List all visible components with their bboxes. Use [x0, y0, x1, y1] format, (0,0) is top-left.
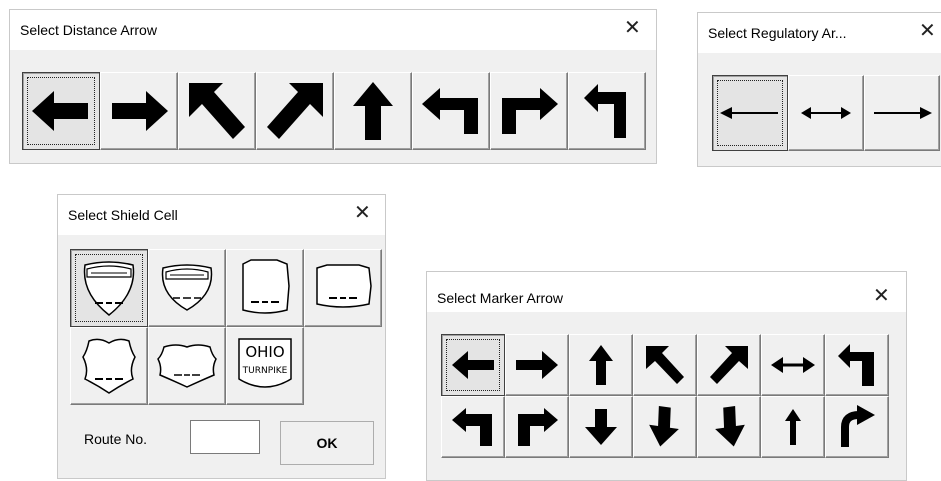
state-shield-button[interactable]	[226, 249, 304, 327]
distance-arrow-dialog: Select Distance Arrow ✕	[9, 9, 657, 164]
marker-arrow-up-left-button[interactable]	[633, 334, 697, 396]
ohio-turnpike-shield-icon: OHIO TURNPIKE	[238, 338, 292, 388]
marker-arrow-up-right-button[interactable]	[697, 334, 761, 396]
interstate-wide-shield-icon	[161, 264, 213, 311]
marker-arrow-down-right-button[interactable]	[697, 396, 761, 458]
ohio-turnpike-shield-button[interactable]: OHIO TURNPIKE	[226, 327, 304, 405]
marker-dialog-titlebar: Select Marker Arrow ✕	[427, 272, 906, 312]
us-route-shield-button[interactable]	[70, 327, 148, 405]
arrow-up-icon	[353, 82, 393, 140]
arrow-up-right-icon	[267, 83, 323, 139]
distance-dialog-titlebar: Select Distance Arrow ✕	[10, 10, 656, 50]
regulatory-arrow-dialog: Select Regulatory Ar... ✕	[697, 12, 941, 167]
shield-row-2: OHIO TURNPIKE	[70, 327, 304, 405]
shield-row-1	[70, 249, 382, 327]
arrow-up-icon	[589, 345, 613, 385]
marker-arrow-curve-right-button[interactable]	[825, 396, 889, 458]
arrow-turn-left-icon	[838, 344, 874, 386]
marker-arrow-up-thin-button[interactable]	[761, 396, 825, 458]
shield-cell-dialog: Select Shield Cell ✕ OHIO TURNPIKE Route …	[57, 194, 386, 479]
arrow-turn-left-button[interactable]	[412, 72, 490, 150]
marker-arrow-turn-left-down-button[interactable]	[441, 396, 505, 458]
arrow-up-left-icon	[646, 346, 684, 384]
marker-arrow-turn-right-button[interactable]	[505, 396, 569, 458]
close-icon[interactable]: ✕	[354, 203, 371, 223]
arrow-left-icon	[452, 351, 494, 379]
distance-dialog-title: Select Distance Arrow	[20, 22, 157, 38]
close-icon[interactable]: ✕	[919, 21, 936, 41]
marker-arrow-turn-left-button[interactable]	[825, 334, 889, 396]
line-arrow-both-icon	[801, 107, 851, 119]
arrow-down-icon	[585, 409, 617, 445]
arrow-u-turn-icon	[584, 84, 626, 138]
arrow-up-left-button[interactable]	[178, 72, 256, 150]
regulatory-dialog-titlebar: Select Regulatory Ar... ✕	[698, 13, 941, 53]
marker-arrow-down-button[interactable]	[569, 396, 633, 458]
arrow-turn-right-icon	[502, 88, 558, 134]
arrow-turn-left-down-icon	[452, 408, 492, 446]
line-arrow-left-button[interactable]	[712, 75, 788, 151]
arrow-up-thin-icon	[785, 409, 801, 445]
us-route-shield-icon	[82, 338, 136, 394]
interstate-wide-shield-button[interactable]	[148, 249, 226, 327]
line-arrow-right-icon	[874, 107, 932, 119]
arrow-up-left-icon	[189, 83, 245, 139]
marker-arrow-right-button[interactable]	[505, 334, 569, 396]
marker-arrow-left-right-button[interactable]	[761, 334, 825, 396]
line-arrow-both-button[interactable]	[788, 75, 864, 151]
marker-arrow-up-button[interactable]	[569, 334, 633, 396]
marker-row-2	[441, 396, 889, 458]
arrow-curve-right-icon	[841, 405, 875, 447]
line-arrow-left-icon	[720, 107, 778, 119]
route-number-label: Route No.	[84, 431, 148, 447]
arrow-left-icon	[32, 91, 88, 131]
marker-arrow-dialog: Select Marker Arrow ✕	[426, 271, 907, 481]
line-arrow-right-button[interactable]	[864, 75, 940, 151]
ok-button[interactable]: OK	[280, 421, 374, 465]
marker-row-1	[441, 334, 889, 396]
us-route-wide-shield-button[interactable]	[148, 327, 226, 405]
arrow-right-icon	[516, 351, 558, 379]
regulatory-dialog-title: Select Regulatory Ar...	[708, 25, 847, 41]
arrow-left-button[interactable]	[22, 72, 100, 150]
turnpike-turnpike-text: TURNPIKE	[242, 366, 288, 376]
distance-arrow-buttons	[22, 72, 646, 150]
marker-dialog-title: Select Marker Arrow	[437, 290, 564, 306]
arrow-turn-left-icon	[422, 88, 478, 134]
close-icon[interactable]: ✕	[873, 286, 890, 306]
arrow-up-right-icon	[710, 346, 748, 384]
state-wide-shield-button[interactable]	[304, 249, 382, 327]
arrow-up-right-button[interactable]	[256, 72, 334, 150]
arrow-left-right-icon	[771, 357, 815, 373]
arrow-up-button[interactable]	[334, 72, 412, 150]
marker-arrow-down-left-button[interactable]	[633, 396, 697, 458]
us-route-wide-shield-icon	[157, 344, 217, 388]
marker-arrow-left-button[interactable]	[441, 334, 505, 396]
route-number-input[interactable]	[190, 420, 260, 454]
regulatory-arrow-buttons	[712, 75, 940, 151]
arrow-down-right-icon	[715, 405, 745, 447]
shield-dialog-title: Select Shield Cell	[68, 207, 178, 223]
arrow-u-turn-button[interactable]	[568, 72, 646, 150]
interstate-shield-icon	[83, 261, 135, 316]
state-wide-shield-icon	[316, 264, 372, 308]
state-shield-icon	[242, 259, 290, 314]
arrow-turn-right-icon	[518, 408, 558, 446]
shield-dialog-titlebar: Select Shield Cell ✕	[58, 195, 385, 235]
arrow-turn-right-button[interactable]	[490, 72, 568, 150]
arrow-down-left-icon	[649, 405, 679, 447]
close-icon[interactable]: ✕	[624, 18, 641, 38]
arrow-right-button[interactable]	[100, 72, 178, 150]
arrow-right-icon	[112, 91, 168, 131]
interstate-shield-button[interactable]	[70, 249, 148, 327]
turnpike-ohio-text: OHIO	[245, 343, 284, 361]
